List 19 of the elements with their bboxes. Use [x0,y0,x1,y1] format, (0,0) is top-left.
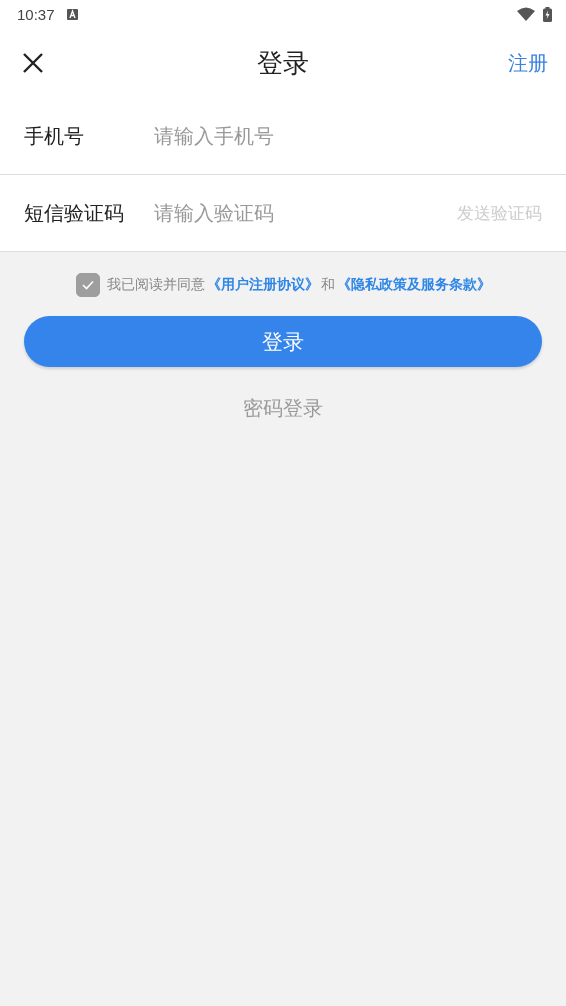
user-agreement-link[interactable]: 《用户注册协议》 [206,276,319,294]
register-link[interactable]: 注册 [508,49,548,77]
agreement-text: 我已阅读并同意 [106,276,205,294]
battery-icon [543,6,552,22]
close-icon[interactable] [22,52,44,74]
input-field[interactable]: 请输入验证码 [154,201,457,225]
login-button[interactable]: 登录 [24,316,542,367]
keyboard-indicator-icon [66,8,78,20]
wifi-icon [517,7,535,21]
status-time: 10:37 [17,5,55,23]
field-label: 手机号 [24,122,85,150]
input-field[interactable]: 请输入手机号 [154,124,542,148]
agreement-checkbox[interactable] [75,273,100,297]
agreement-text: 和 [320,276,335,294]
check-icon [80,279,95,291]
password-login-link[interactable]: 密码登录 [243,396,323,420]
privacy-policy-link[interactable]: 《隐私政策及服务条款》 [336,276,491,294]
field-label: 短信验证码 [24,199,125,227]
page-title: 登录 [257,46,309,80]
